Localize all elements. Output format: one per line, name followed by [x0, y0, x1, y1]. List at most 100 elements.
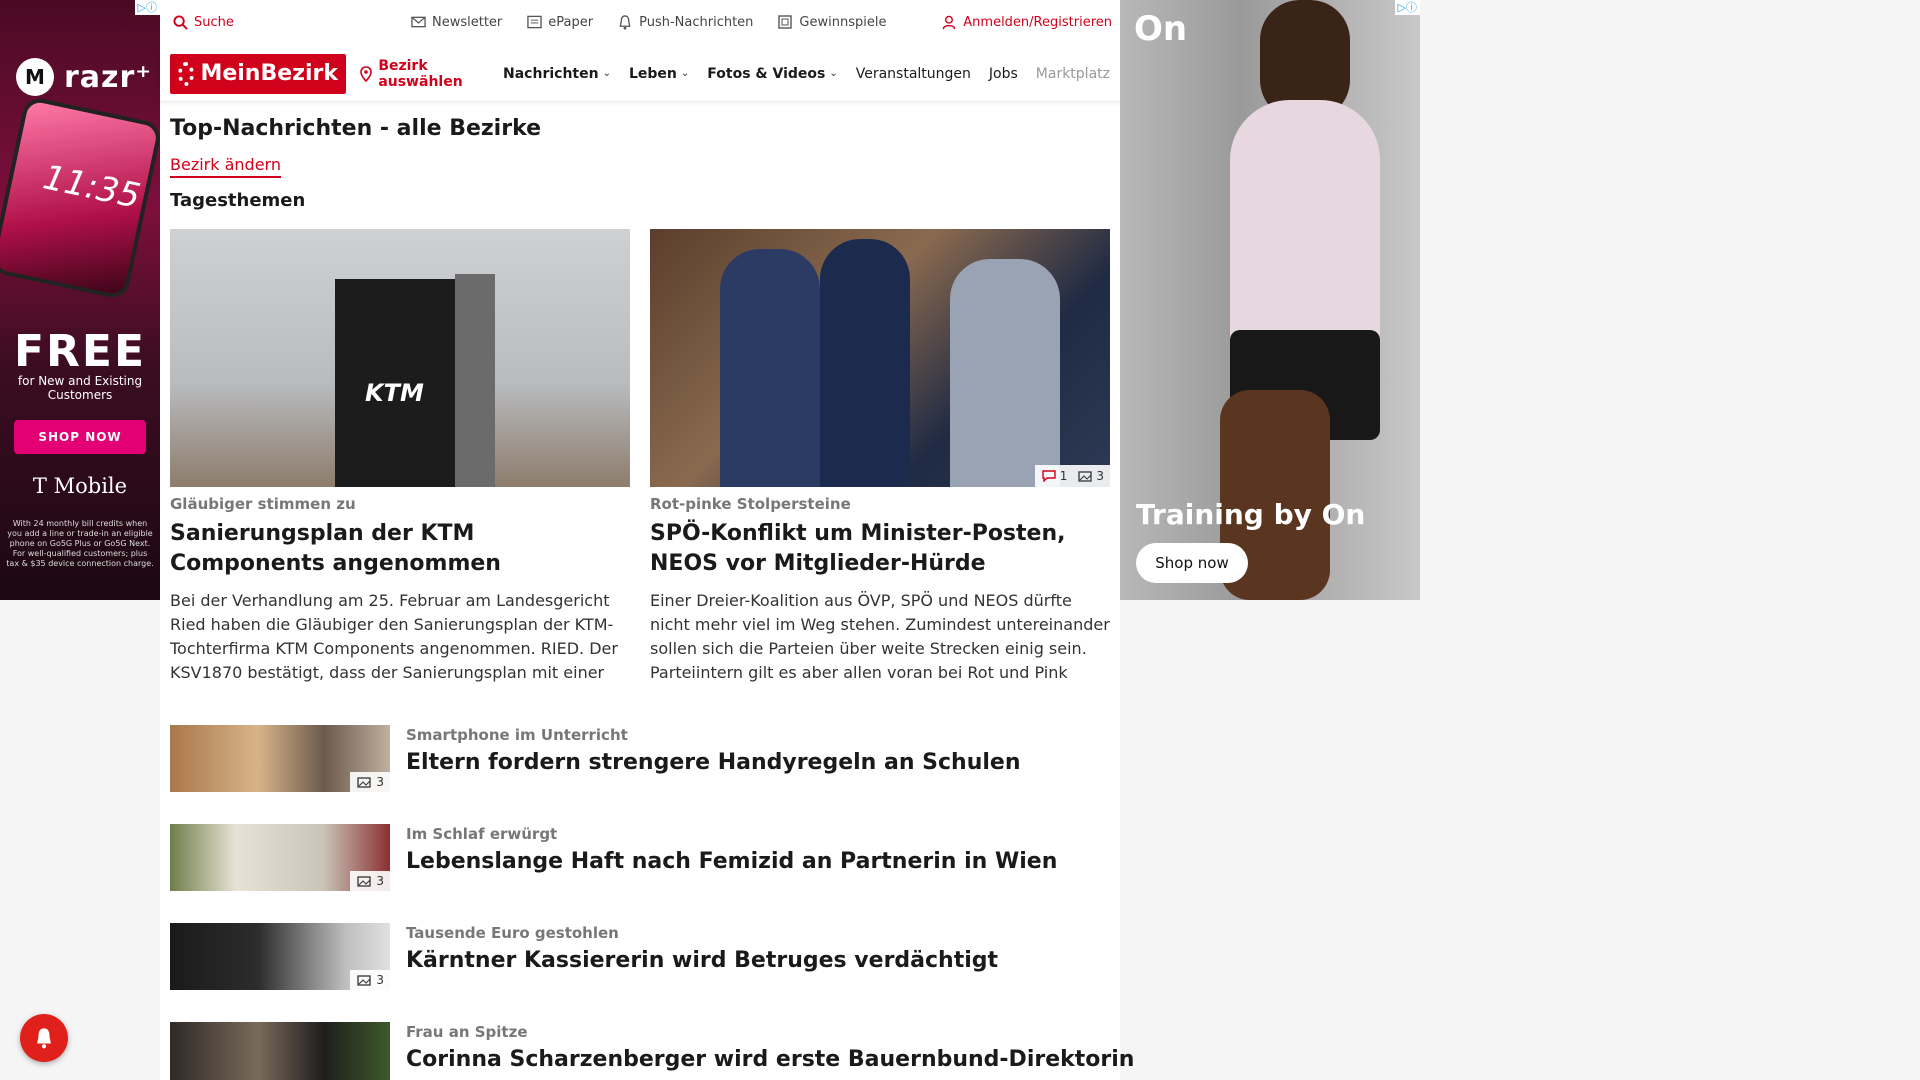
bell-icon: [33, 1027, 55, 1049]
tmobile-logo: T Mobile: [32, 474, 128, 498]
epaper-link[interactable]: ePaper: [526, 14, 593, 30]
adchoices-icon[interactable]: ▷ⓘ: [134, 0, 160, 15]
motorola-logo-icon: M: [16, 58, 54, 96]
list-thumbnail[interactable]: 3: [170, 824, 390, 891]
search-link[interactable]: Suche: [172, 14, 234, 30]
gallery-icon: [356, 774, 372, 790]
push-link[interactable]: Push-Nachrichten: [617, 14, 753, 30]
photos-badge: 3: [1077, 468, 1104, 484]
list-headline[interactable]: Lebenslange Haft nach Femizid an Partner…: [406, 849, 1057, 874]
list-thumbnail[interactable]: 3: [170, 725, 390, 792]
logo-text: MeinBezirk: [200, 61, 338, 86]
mail-icon: [410, 14, 426, 30]
list-item[interactable]: Frau an Spitze Corinna Scharzenberger wi…: [170, 1022, 1134, 1080]
main-navbar: MeinBezirk Bezirk auswählen Nachrichten ⌄…: [160, 46, 1120, 102]
list-headline[interactable]: Eltern fordern strengere Handyregeln an …: [406, 750, 1021, 775]
comment-icon: [1041, 468, 1057, 484]
photos-count: 3: [376, 874, 384, 888]
nav-item-nachrichten[interactable]: Nachrichten ⌄: [503, 66, 611, 82]
ad-subline: for New and Existing Customers: [17, 374, 143, 402]
adchoices-icon[interactable]: ▷ⓘ: [1394, 0, 1420, 15]
list-headline[interactable]: Corinna Scharzenberger wird erste Bauern…: [406, 1047, 1134, 1072]
user-icon: [941, 14, 957, 30]
person-figure: [950, 259, 1060, 487]
nav-item-veranstaltungen[interactable]: Veranstaltungen: [856, 66, 971, 82]
epaper-label: ePaper: [548, 14, 594, 30]
story-teaser: Einer Dreier-Koalition aus ÖVP, SPÖ und …: [650, 591, 1110, 682]
section-title: Tagesthemen: [170, 190, 306, 211]
story-image[interactable]: 1 3: [650, 229, 1110, 487]
ad-headline: FREE: [13, 326, 147, 377]
ad-shop-button[interactable]: Shop now: [1136, 543, 1248, 583]
nav-item-label: Jobs: [988, 65, 1018, 82]
notification-bell-button[interactable]: [20, 1014, 68, 1062]
list-headline[interactable]: Kärntner Kassiererin wird Betruges verdä…: [406, 948, 998, 973]
newspaper-icon: [526, 14, 542, 30]
site-logo[interactable]: MeinBezirk: [170, 53, 346, 94]
building-structure: [455, 274, 495, 487]
ad-left-banner[interactable]: ▷ⓘ M razr⁺ 11:35 FREE for New and Existi…: [0, 0, 160, 600]
ad-shop-button[interactable]: SHOP NOW: [14, 420, 146, 454]
login-link[interactable]: Anmelden/Registrieren: [941, 14, 1112, 30]
list-kicker: Smartphone im Unterricht: [406, 726, 628, 744]
nav-item-label: Veranstaltungen: [855, 65, 971, 82]
list-kicker: Im Schlaf erwürgt: [406, 825, 558, 843]
bezirk-select-button[interactable]: Bezirk auswählen: [360, 58, 485, 90]
photos-count: 3: [376, 775, 384, 789]
ad-brand-name: razr⁺: [64, 59, 153, 95]
gallery-icon: [1077, 468, 1093, 484]
main-column: Suche Newsletter ePaper Push-Nachrichten: [160, 0, 1134, 1080]
chevron-down-icon: ⌄: [680, 68, 690, 79]
games-label: Gewinnspiele: [799, 14, 887, 30]
list-thumbnail[interactable]: [170, 1022, 390, 1080]
top-story-card[interactable]: KTM Gläubiger stimmen zu Sanierungsplan …: [170, 229, 630, 685]
photos-count: 3: [1096, 469, 1104, 483]
story-headline[interactable]: SPÖ-Konflikt um Minister-Posten, NEOS vo…: [650, 519, 1110, 579]
nav-item-fotos-videos[interactable]: Fotos & Videos ⌄: [707, 66, 837, 82]
ad-legal-text: With 24 monthly bill credits when you ad…: [6, 519, 154, 568]
top-stories: KTM Gläubiger stimmen zu Sanierungsplan …: [170, 229, 1110, 685]
nav-item-jobs[interactable]: Jobs: [989, 66, 1018, 82]
push-label: Push-Nachrichten: [639, 14, 754, 30]
ad-right-banner[interactable]: ▷ⓘ On Training by On Shop now: [1120, 0, 1420, 600]
list-item[interactable]: 3 Im Schlaf erwürgt Lebenslange Haft nac…: [170, 824, 1110, 904]
games-link[interactable]: Gewinnspiele: [777, 14, 886, 30]
nav-item-marktplatz[interactable]: Marktplatz: [1036, 66, 1110, 82]
photos-badge: 3: [350, 772, 390, 792]
story-teaser: Bei der Verhandlung am 25. Februar am La…: [170, 591, 618, 682]
search-label: Suche: [194, 14, 234, 30]
location-pin-icon: [360, 65, 372, 82]
newsletter-link[interactable]: Newsletter: [410, 14, 502, 30]
comments-badge: 1: [1041, 468, 1067, 484]
content: Top-Nachrichten - alle Bezirke Bezirk än…: [160, 116, 1134, 1080]
chevron-down-icon: ⌄: [602, 68, 611, 79]
photos-badge: 3: [350, 871, 390, 891]
nav-item-leben[interactable]: Leben ⌄: [629, 66, 689, 82]
photos-badge: 3: [350, 970, 390, 990]
gallery-icon: [356, 873, 372, 889]
login-label: Anmelden/Registrieren: [963, 14, 1112, 30]
nav-item-label: Leben: [628, 65, 677, 82]
story-badges: 1 3: [1034, 465, 1110, 487]
story-kicker: Gläubiger stimmen zu: [170, 495, 356, 513]
page-title: Top-Nachrichten - alle Bezirke: [170, 116, 542, 141]
logo-mark-icon: [178, 61, 195, 86]
list-item[interactable]: 3 Tausende Euro gestohlen Kärntner Kassi…: [170, 923, 1110, 1003]
nav-menu: Nachrichten ⌄ Leben ⌄ Fotos & Videos ⌄ Vera…: [503, 66, 1110, 82]
photos-count: 3: [376, 973, 384, 987]
person-figure: [720, 249, 820, 487]
news-list: 3 Smartphone im Unterricht Eltern forder…: [170, 725, 1134, 1080]
change-bezirk-link[interactable]: Bezirk ändern: [170, 155, 281, 178]
gallery-icon: [356, 972, 372, 988]
list-thumbnail[interactable]: 3: [170, 923, 390, 990]
story-headline[interactable]: Sanierungsplan der KTM Components angeno…: [170, 519, 630, 579]
search-icon: [172, 14, 188, 30]
on-logo-icon: On: [1134, 9, 1188, 49]
chevron-down-icon: ⌄: [829, 68, 838, 79]
ad-phone-image: 11:35: [0, 95, 160, 301]
story-image[interactable]: KTM: [170, 229, 630, 487]
top-story-card[interactable]: 1 3 Rot-pinke Stolpersteine SPÖ-Konflikt…: [650, 229, 1110, 685]
list-kicker: Frau an Spitze: [406, 1023, 528, 1041]
list-item[interactable]: 3 Smartphone im Unterricht Eltern forder…: [170, 725, 1110, 805]
story-kicker: Rot-pinke Stolpersteine: [650, 495, 851, 513]
